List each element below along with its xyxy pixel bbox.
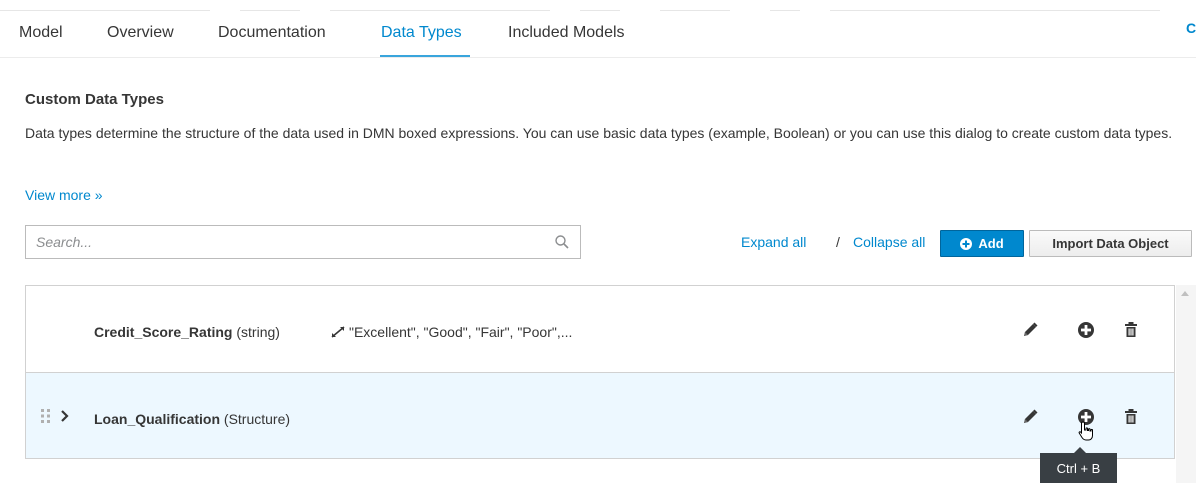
pencil-icon[interactable] [1021, 321, 1039, 339]
constraint-icon [331, 326, 345, 338]
search-icon[interactable] [554, 234, 570, 250]
tab-included-models[interactable]: Included Models [508, 24, 625, 42]
chevron-right-icon[interactable] [59, 408, 71, 424]
import-button-label: Import Data Object [1052, 236, 1169, 251]
plus-circle-icon[interactable] [1077, 321, 1095, 339]
active-tab-indicator [380, 55, 470, 57]
shortcut-tooltip: Ctrl + B [1040, 453, 1117, 483]
add-button-label: Add [978, 236, 1004, 251]
import-data-object-button[interactable]: Import Data Object [1029, 230, 1192, 257]
tab-data-types[interactable]: Data Types [381, 24, 462, 42]
top-strip [0, 0, 1196, 12]
plus-circle-icon [960, 237, 973, 250]
tab-overview[interactable]: Overview [107, 24, 174, 42]
section-description: Data types determine the structure of th… [25, 125, 1173, 141]
data-type-kind: (Structure) [223, 411, 291, 427]
hand-pointer-cursor-icon [1078, 421, 1093, 441]
search-field [25, 225, 581, 259]
pencil-icon[interactable] [1021, 408, 1039, 426]
expand-all-link[interactable]: Expand all [741, 234, 806, 250]
trash-icon[interactable] [1122, 408, 1140, 426]
data-types-list: Credit_Score_Rating (string) "Excellent"… [25, 285, 1175, 483]
data-type-name: Loan_Qualification (Structure) [94, 411, 290, 427]
scroll-up-arrow-icon[interactable] [1181, 291, 1189, 296]
search-input[interactable] [26, 226, 546, 258]
view-more-link[interactable]: View more » [25, 187, 103, 203]
editor-tabs: Model Overview Documentation Data Types … [0, 12, 1196, 58]
collapse-all-link[interactable]: Collapse all [853, 234, 925, 250]
trash-icon[interactable] [1122, 321, 1140, 339]
data-type-label: Loan_Qualification [94, 411, 221, 427]
add-button[interactable]: Add [940, 230, 1024, 257]
data-type-label: Credit_Score_Rating [94, 324, 233, 340]
tab-model[interactable]: Model [19, 24, 63, 42]
constraint-summary[interactable]: "Excellent", "Good", "Fair", "Poor",... [331, 324, 572, 340]
data-type-row[interactable]: Credit_Score_Rating (string) "Excellent"… [25, 285, 1175, 373]
section-title: Custom Data Types [25, 91, 164, 108]
drag-handle-icon[interactable] [40, 407, 52, 425]
data-type-kind: (string) [236, 324, 280, 340]
list-scrollbar[interactable] [1176, 285, 1196, 483]
data-type-name: Credit_Score_Rating (string) [94, 324, 280, 340]
tab-documentation[interactable]: Documentation [218, 24, 326, 42]
constraint-values: "Excellent", "Good", "Fair", "Poor",... [349, 324, 573, 340]
data-type-row[interactable]: Loan_Qualification (Structure) [25, 372, 1175, 459]
link-separator: / [836, 234, 840, 250]
edge-glyph[interactable]: C [1186, 20, 1196, 36]
